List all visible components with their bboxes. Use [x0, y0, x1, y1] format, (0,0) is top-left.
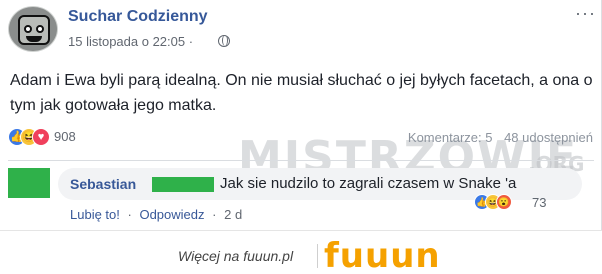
comment-like-button[interactable]: Lubię to! [70, 207, 120, 222]
comment-avatar-redacted[interactable] [8, 168, 50, 198]
avatar-eye-left [24, 25, 32, 33]
footer-separator [317, 244, 318, 268]
post-timestamp[interactable]: 15 listopada o 22:05 · [68, 34, 193, 49]
name-redaction-bar [152, 177, 214, 192]
facebook-post: Suchar Codzienny 15 listopada o 22:05 · … [0, 0, 602, 230]
separator: · [127, 207, 132, 222]
comment-actions: Lubię to! · Odpowiedz · 2 d [70, 207, 242, 222]
divider [8, 160, 594, 161]
post-text: Adam i Ewa byli parą idealną. On nie mus… [10, 72, 593, 114]
globe-icon [218, 35, 230, 47]
comment-age[interactable]: 2 d [224, 207, 242, 222]
ellipsis-icon[interactable]: ··· [575, 4, 596, 22]
avatar-face [18, 15, 50, 45]
footer-more-link[interactable]: Więcej na fuuun.pl [178, 248, 293, 264]
reaction-count[interactable]: 908 [54, 129, 76, 144]
avatar-mouth [26, 36, 42, 42]
page-avatar[interactable] [8, 6, 58, 52]
post-stats: Komentarze: 5 48 udostępnień [400, 130, 593, 145]
separator: · [212, 207, 217, 222]
love-reaction-icon: ♥ [32, 128, 50, 146]
page-name-link[interactable]: Suchar Codzienny [68, 8, 208, 26]
comment-text: Jak sie nudzilo to zagrali czasem w Snak… [220, 175, 517, 192]
fuuun-logo[interactable]: fuuun [324, 236, 441, 274]
avatar-eye-right [36, 25, 44, 33]
comments-count-link[interactable]: Komentarze: 5 [408, 130, 493, 145]
comment-reply-button[interactable]: Odpowiedz [139, 207, 204, 222]
comment-author-link[interactable]: Sebastian [70, 176, 136, 192]
comment-reaction-count[interactable]: 73 [532, 195, 546, 210]
wow-reaction-icon: 😮 [496, 194, 512, 210]
footer-divider [0, 230, 602, 231]
shares-count-link[interactable]: 48 udostępnień [504, 130, 593, 145]
